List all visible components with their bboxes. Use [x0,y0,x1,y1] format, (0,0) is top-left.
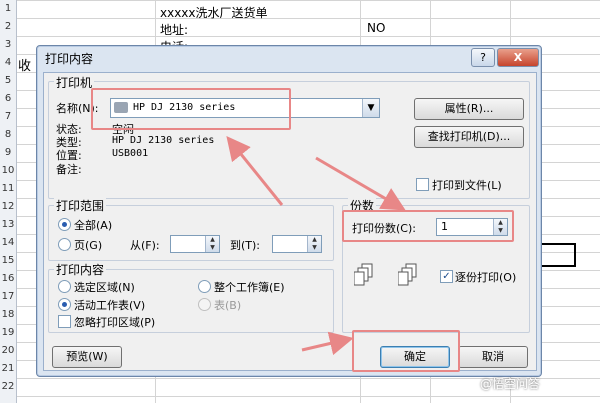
annotation-arrows [226,135,406,356]
arrow-to-ok [301,331,354,356]
arrow-to-copies [315,156,406,211]
arrow-to-printer [226,135,284,206]
watermark: @悟空问答 [480,377,541,391]
